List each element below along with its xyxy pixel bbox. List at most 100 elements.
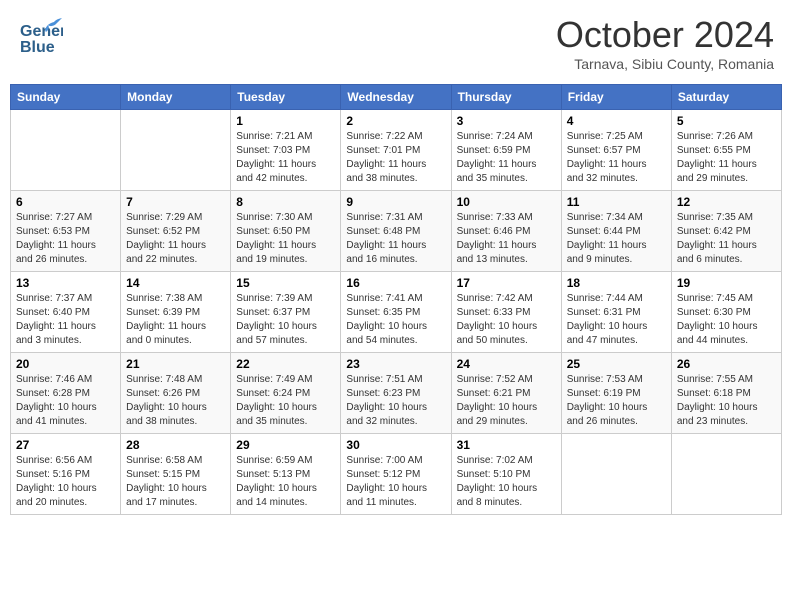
calendar-cell: 6Sunrise: 7:27 AM Sunset: 6:53 PM Daylig… xyxy=(11,191,121,272)
calendar-cell: 26 Sunrise: 7:55 AM Sunset: 6:18 PM Dayli… xyxy=(671,353,781,434)
calendar-cell: 4Sunrise: 7:25 AM Sunset: 6:57 PM Daylig… xyxy=(561,110,671,191)
day-info: Sunrise: 7:49 AM Sunset: 6:24 PM Dayligh… xyxy=(236,373,335,429)
calendar-week-1: 1Sunrise: 7:21 AM Sunset: 7:03 PM Daylig… xyxy=(11,110,782,191)
day-info: Sunrise: 7:29 AM Sunset: 6:52 PM Dayligh… xyxy=(126,211,225,267)
day-number: 31 xyxy=(457,438,556,452)
day-number: 30 xyxy=(346,438,445,452)
day-number: 17 xyxy=(457,276,556,290)
day-info: Sunrise: 6:56 AM Sunset: 5:16 PM Dayligh… xyxy=(16,454,115,510)
calendar-cell: 7 Sunrise: 7:29 AM Sunset: 6:52 PM Daylig… xyxy=(121,191,231,272)
day-info: Sunrise: 7:44 AM Sunset: 6:31 PM Dayligh… xyxy=(567,292,666,348)
calendar-cell: 24Sunrise: 7:52 AM Sunset: 6:21 PM Dayli… xyxy=(451,353,561,434)
calendar-cell xyxy=(11,110,121,191)
day-info: Sunrise: 7:34 AM Sunset: 6:44 PM Dayligh… xyxy=(567,211,666,267)
day-number: 9 xyxy=(346,195,445,209)
day-info: Sunrise: 7:48 AM Sunset: 6:26 PM Dayligh… xyxy=(126,373,225,429)
day-number: 4 xyxy=(567,114,666,128)
day-number: 27 xyxy=(16,438,115,452)
col-header-thursday: Thursday xyxy=(451,85,561,110)
day-number: 12 xyxy=(677,195,776,209)
day-number: 15 xyxy=(236,276,335,290)
day-info: Sunrise: 7:31 AM Sunset: 6:48 PM Dayligh… xyxy=(346,211,445,267)
day-number: 21 xyxy=(126,357,225,371)
calendar-cell: 15 Sunrise: 7:39 AM Sunset: 6:37 PM Dayli… xyxy=(231,272,341,353)
day-number: 19 xyxy=(677,276,776,290)
calendar-cell: 31Sunrise: 7:02 AM Sunset: 5:10 PM Dayli… xyxy=(451,434,561,515)
svg-text:General: General xyxy=(20,23,63,40)
day-info: Sunrise: 7:39 AM Sunset: 6:37 PM Dayligh… xyxy=(236,292,335,348)
day-info: Sunrise: 7:27 AM Sunset: 6:53 PM Dayligh… xyxy=(16,211,115,267)
day-info: Sunrise: 7:24 AM Sunset: 6:59 PM Dayligh… xyxy=(457,130,556,186)
day-number: 28 xyxy=(126,438,225,452)
col-header-tuesday: Tuesday xyxy=(231,85,341,110)
calendar-cell: 8Sunrise: 7:30 AM Sunset: 6:50 PM Daylig… xyxy=(231,191,341,272)
calendar-cell: 23 Sunrise: 7:51 AM Sunset: 6:23 PM Dayli… xyxy=(341,353,451,434)
calendar-cell: 29 Sunrise: 6:59 AM Sunset: 5:13 PM Dayli… xyxy=(231,434,341,515)
calendar-cell: 12 Sunrise: 7:35 AM Sunset: 6:42 PM Dayli… xyxy=(671,191,781,272)
calendar-cell: 17 Sunrise: 7:42 AM Sunset: 6:33 PM Dayli… xyxy=(451,272,561,353)
calendar-week-2: 6Sunrise: 7:27 AM Sunset: 6:53 PM Daylig… xyxy=(11,191,782,272)
day-info: Sunrise: 7:35 AM Sunset: 6:42 PM Dayligh… xyxy=(677,211,776,267)
day-number: 16 xyxy=(346,276,445,290)
calendar-cell: 18 Sunrise: 7:44 AM Sunset: 6:31 PM Dayli… xyxy=(561,272,671,353)
calendar-cell: 14 Sunrise: 7:38 AM Sunset: 6:39 PM Dayli… xyxy=(121,272,231,353)
day-number: 18 xyxy=(567,276,666,290)
logo-icon: General Blue xyxy=(18,14,63,59)
day-number: 2 xyxy=(346,114,445,128)
calendar-cell: 22 Sunrise: 7:49 AM Sunset: 6:24 PM Dayli… xyxy=(231,353,341,434)
day-info: Sunrise: 6:59 AM Sunset: 5:13 PM Dayligh… xyxy=(236,454,335,510)
calendar-header-row: SundayMondayTuesdayWednesdayThursdayFrid… xyxy=(11,85,782,110)
day-info: Sunrise: 7:33 AM Sunset: 6:46 PM Dayligh… xyxy=(457,211,556,267)
day-info: Sunrise: 7:00 AM Sunset: 5:12 PM Dayligh… xyxy=(346,454,445,510)
day-info: Sunrise: 7:46 AM Sunset: 6:28 PM Dayligh… xyxy=(16,373,115,429)
calendar-week-5: 27 Sunrise: 6:56 AM Sunset: 5:16 PM Dayli… xyxy=(11,434,782,515)
day-info: Sunrise: 7:26 AM Sunset: 6:55 PM Dayligh… xyxy=(677,130,776,186)
day-info: Sunrise: 7:38 AM Sunset: 6:39 PM Dayligh… xyxy=(126,292,225,348)
day-info: Sunrise: 7:52 AM Sunset: 6:21 PM Dayligh… xyxy=(457,373,556,429)
calendar-cell: 5Sunrise: 7:26 AM Sunset: 6:55 PM Daylig… xyxy=(671,110,781,191)
calendar-cell: 25 Sunrise: 7:53 AM Sunset: 6:19 PM Dayli… xyxy=(561,353,671,434)
day-info: Sunrise: 7:22 AM Sunset: 7:01 PM Dayligh… xyxy=(346,130,445,186)
day-number: 13 xyxy=(16,276,115,290)
day-number: 23 xyxy=(346,357,445,371)
calendar-cell: 1Sunrise: 7:21 AM Sunset: 7:03 PM Daylig… xyxy=(231,110,341,191)
calendar-cell: 20Sunrise: 7:46 AM Sunset: 6:28 PM Dayli… xyxy=(11,353,121,434)
day-info: Sunrise: 7:37 AM Sunset: 6:40 PM Dayligh… xyxy=(16,292,115,348)
day-number: 14 xyxy=(126,276,225,290)
day-info: Sunrise: 7:42 AM Sunset: 6:33 PM Dayligh… xyxy=(457,292,556,348)
calendar-table: SundayMondayTuesdayWednesdayThursdayFrid… xyxy=(10,84,782,515)
calendar-cell: 2 Sunrise: 7:22 AM Sunset: 7:01 PM Daylig… xyxy=(341,110,451,191)
day-number: 22 xyxy=(236,357,335,371)
calendar-cell xyxy=(121,110,231,191)
day-info: Sunrise: 7:51 AM Sunset: 6:23 PM Dayligh… xyxy=(346,373,445,429)
day-number: 10 xyxy=(457,195,556,209)
calendar-week-4: 20Sunrise: 7:46 AM Sunset: 6:28 PM Dayli… xyxy=(11,353,782,434)
day-info: Sunrise: 7:45 AM Sunset: 6:30 PM Dayligh… xyxy=(677,292,776,348)
title-block: October 2024 Tarnava, Sibiu County, Roma… xyxy=(556,14,774,72)
day-number: 11 xyxy=(567,195,666,209)
calendar-cell: 9 Sunrise: 7:31 AM Sunset: 6:48 PM Daylig… xyxy=(341,191,451,272)
day-number: 26 xyxy=(677,357,776,371)
month-title: October 2024 xyxy=(556,14,774,56)
col-header-saturday: Saturday xyxy=(671,85,781,110)
location: Tarnava, Sibiu County, Romania xyxy=(556,56,774,72)
day-number: 29 xyxy=(236,438,335,452)
day-number: 1 xyxy=(236,114,335,128)
col-header-sunday: Sunday xyxy=(11,85,121,110)
day-number: 25 xyxy=(567,357,666,371)
calendar-cell: 27 Sunrise: 6:56 AM Sunset: 5:16 PM Dayli… xyxy=(11,434,121,515)
logo: General Blue xyxy=(18,14,63,64)
col-header-wednesday: Wednesday xyxy=(341,85,451,110)
col-header-friday: Friday xyxy=(561,85,671,110)
calendar-cell xyxy=(561,434,671,515)
calendar-cell: 16 Sunrise: 7:41 AM Sunset: 6:35 PM Dayli… xyxy=(341,272,451,353)
day-info: Sunrise: 7:41 AM Sunset: 6:35 PM Dayligh… xyxy=(346,292,445,348)
calendar-cell: 10 Sunrise: 7:33 AM Sunset: 6:46 PM Dayli… xyxy=(451,191,561,272)
day-info: Sunrise: 7:53 AM Sunset: 6:19 PM Dayligh… xyxy=(567,373,666,429)
day-number: 7 xyxy=(126,195,225,209)
calendar-cell: 30 Sunrise: 7:00 AM Sunset: 5:12 PM Dayli… xyxy=(341,434,451,515)
calendar-cell: 28Sunrise: 6:58 AM Sunset: 5:15 PM Dayli… xyxy=(121,434,231,515)
page-header: General Blue October 2024 Tarnava, Sibiu… xyxy=(10,10,782,76)
day-info: Sunrise: 7:55 AM Sunset: 6:18 PM Dayligh… xyxy=(677,373,776,429)
calendar-cell: 21 Sunrise: 7:48 AM Sunset: 6:26 PM Dayli… xyxy=(121,353,231,434)
